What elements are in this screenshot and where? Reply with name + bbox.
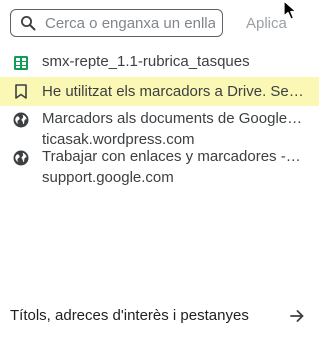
headings-bookmarks-tabs-link[interactable]: Títols, adreces d'interès i pestanyes: [0, 296, 319, 336]
suggestion-list: smx-repte_1.1-rubrica_tasques He utilitz…: [0, 51, 319, 186]
item-title: smx-repte_1.1-rubrica_tasques: [42, 53, 250, 70]
search-row: Aplica: [10, 9, 316, 41]
list-item[interactable]: smx-repte_1.1-rubrica_tasques: [0, 51, 319, 77]
list-item[interactable]: He utilitzat els marcadors a Drive. Serv…: [0, 77, 319, 106]
mouse-cursor-icon: [282, 0, 302, 22]
search-box[interactable]: [10, 9, 223, 37]
list-item[interactable]: Marcadors als documents de Google Docs t…: [0, 108, 319, 148]
item-title: He utilitzat els marcadors a Drive. Serv…: [42, 82, 304, 100]
spreadsheet-icon: [0, 51, 42, 75]
search-icon: [11, 15, 45, 31]
insert-link-panel: Aplica smx-repte_1.1-rubrica_tasques: [0, 0, 319, 339]
globe-icon: [0, 108, 42, 132]
bookmark-icon: [0, 77, 42, 106]
item-url: support.google.com: [42, 169, 174, 186]
globe-icon: [0, 146, 42, 170]
item-title: Trabajar con enlaces y marcadores - Orde…: [42, 148, 304, 165]
list-item[interactable]: Trabajar con enlaces y marcadores - Orde…: [0, 146, 319, 186]
footer-label: Títols, adreces d'interès i pestanyes: [10, 307, 249, 324]
item-title: Marcadors als documents de Google Docs: [42, 110, 304, 127]
search-input[interactable]: [45, 14, 215, 32]
arrow-right-icon: [289, 308, 305, 324]
